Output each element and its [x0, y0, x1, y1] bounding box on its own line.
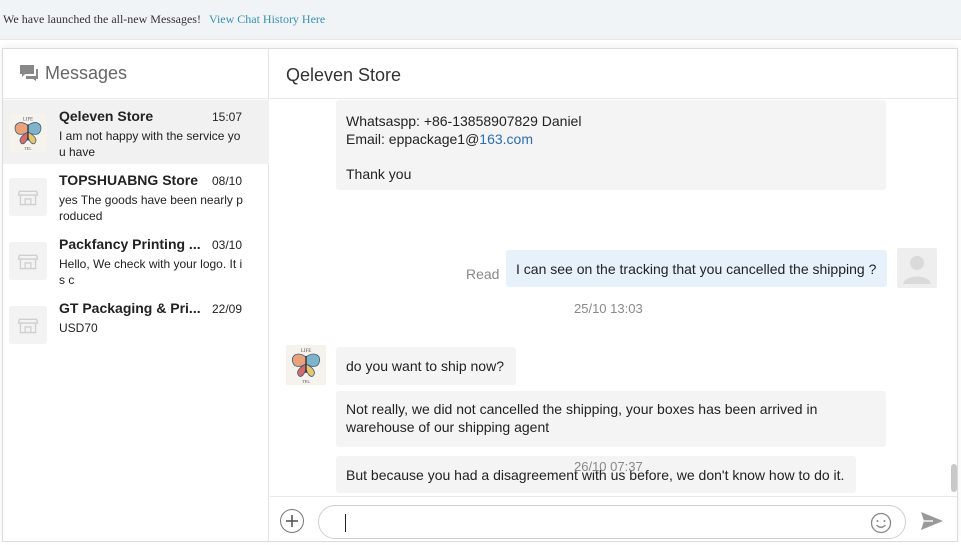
incoming-message: Not really, we did not cancelled the shi… — [336, 391, 886, 447]
message-text: do you want to ship now? — [346, 358, 504, 374]
conversation-preview: yes The goods have been nearly produced — [59, 193, 243, 223]
chat-header: Qeleven Store — [270, 49, 957, 99]
message-line-whatsapp: Whatsaspp: +86-13858907829 Daniel — [346, 113, 582, 129]
store-icon — [9, 306, 47, 344]
conversation-name: Packfancy Printing ... — [59, 236, 201, 252]
conversation-preview: USD70 — [59, 321, 98, 335]
email-domain-link[interactable]: 163.com — [479, 131, 533, 147]
conversation-item-qeleven-store[interactable]: Qeleven Store 15:07 I am not happy with … — [3, 100, 269, 164]
text-caret — [345, 514, 346, 532]
send-icon[interactable] — [920, 511, 944, 531]
butterfly-logo-avatar — [9, 114, 47, 152]
announcement-banner: We have launched the all-new Messages! V… — [0, 0, 961, 40]
message-input[interactable] — [318, 505, 906, 539]
message-text: I can see on the tracking that you cance… — [516, 261, 877, 277]
plus-icon — [286, 515, 298, 527]
email-prefix: Email: eppackage1@ — [346, 131, 480, 147]
store-icon — [9, 178, 47, 216]
messages-window: Messages Qeleven Store 15:07 I am not ha… — [2, 48, 958, 542]
message-timestamp: 26/10 07:37 — [574, 459, 643, 474]
conversation-name: Qeleven Store — [59, 108, 154, 124]
conversation-item-topshuabng-store[interactable]: TOPSHUABNG Store 08/10 yes The goods hav… — [3, 164, 269, 228]
conversation-preview: Hello, We check with your logo. It i s c — [59, 257, 243, 287]
sidebar-title: Messages — [45, 63, 128, 83]
sidebar-header: Messages — [3, 49, 269, 99]
message-text-line-2: warehouse of our shipping agent — [346, 419, 550, 435]
message-line-thanks: Thank you — [346, 166, 412, 182]
message-icon — [20, 65, 38, 81]
conversation-item-packfancy-printing[interactable]: Packfancy Printing ... 03/10 Hello, We c… — [3, 228, 269, 292]
incoming-message-contact-info: Whatsaspp: +86-13858907829 Daniel Email:… — [336, 100, 886, 190]
message-line-email: Email: eppackage1@163.com — [346, 131, 533, 147]
conversation-preview: I am not happy with the service yo u hav… — [59, 129, 241, 159]
store-icon — [9, 242, 47, 280]
smiley-icon[interactable] — [870, 512, 892, 534]
conversation-name: GT Packaging & Pri... — [59, 300, 201, 316]
message-list-scrollbar[interactable] — [951, 464, 957, 492]
butterfly-logo-avatar — [286, 345, 326, 385]
outgoing-message: I can see on the tracking that you cance… — [506, 250, 887, 287]
read-status: Read — [466, 266, 500, 282]
attach-button[interactable] — [280, 509, 304, 533]
chat-title: Qeleven Store — [286, 65, 402, 85]
conversation-date: 03/10 — [212, 238, 243, 252]
conversation-item-gt-packaging[interactable]: GT Packaging & Pri... 22/09 USD70 — [3, 292, 269, 356]
conversation-date: 15:07 — [212, 110, 243, 124]
chat-panel: Qeleven Store Whatsaspp: +86-13858907829… — [270, 49, 957, 541]
message-timestamp: 25/10 13:03 — [574, 301, 643, 316]
message-list[interactable]: Whatsaspp: +86-13858907829 Daniel Email:… — [270, 100, 957, 496]
incoming-message: do you want to ship now? — [336, 347, 516, 385]
conversation-name: TOPSHUABNG Store — [59, 172, 198, 188]
message-text-line-1: Not really, we did not cancelled the shi… — [346, 401, 818, 417]
message-input-bar — [270, 496, 957, 541]
conversation-date: 22/09 — [212, 302, 243, 316]
banner-text: We have launched the all-new Messages! — [3, 12, 201, 26]
conversation-date: 08/10 — [212, 174, 243, 188]
conversation-sidebar: Messages Qeleven Store 15:07 I am not ha… — [3, 49, 269, 541]
user-avatar — [897, 248, 937, 288]
view-chat-history-link[interactable]: View Chat History Here — [209, 12, 325, 27]
